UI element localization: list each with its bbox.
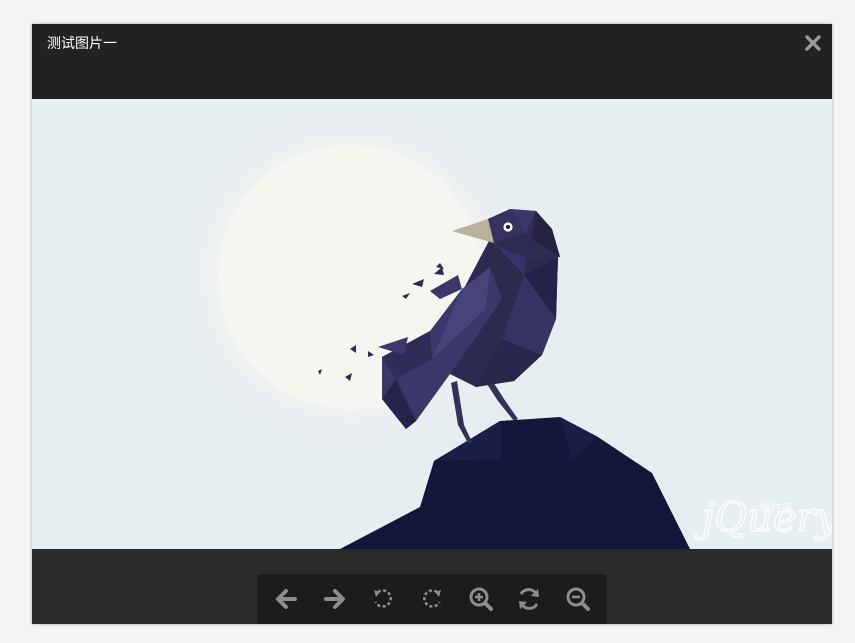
prev-button[interactable]	[269, 582, 303, 616]
zoom-in-button[interactable]	[464, 582, 498, 616]
image-viewer-dialog: 测试图片一 jQuery 插件库	[32, 24, 832, 624]
arrow-left-icon	[276, 589, 298, 609]
rotate-right-button[interactable]	[415, 582, 449, 616]
rotate-left-button[interactable]	[366, 582, 400, 616]
close-icon	[805, 35, 821, 51]
reset-icon	[519, 588, 540, 610]
title-bar: 测试图片一	[32, 24, 832, 99]
reset-button[interactable]	[512, 582, 546, 616]
footer-bar	[32, 549, 832, 624]
zoom-in-icon	[469, 587, 493, 611]
image-title: 测试图片一	[47, 36, 117, 52]
rotate-right-icon	[423, 589, 441, 608]
image-stage[interactable]: jQuery 插件库	[32, 99, 832, 549]
arrow-right-icon	[323, 589, 345, 609]
jquery-watermark: jQuery 插件库	[693, 494, 832, 541]
svg-text:插件库: 插件库	[760, 500, 793, 514]
close-button[interactable]	[804, 34, 822, 52]
zoom-out-icon	[566, 587, 590, 611]
next-button[interactable]	[318, 582, 352, 616]
zoom-out-button[interactable]	[561, 582, 595, 616]
rotate-left-icon	[374, 589, 393, 608]
viewer-toolbar	[257, 574, 607, 624]
crow-illustration: jQuery 插件库	[32, 99, 832, 549]
